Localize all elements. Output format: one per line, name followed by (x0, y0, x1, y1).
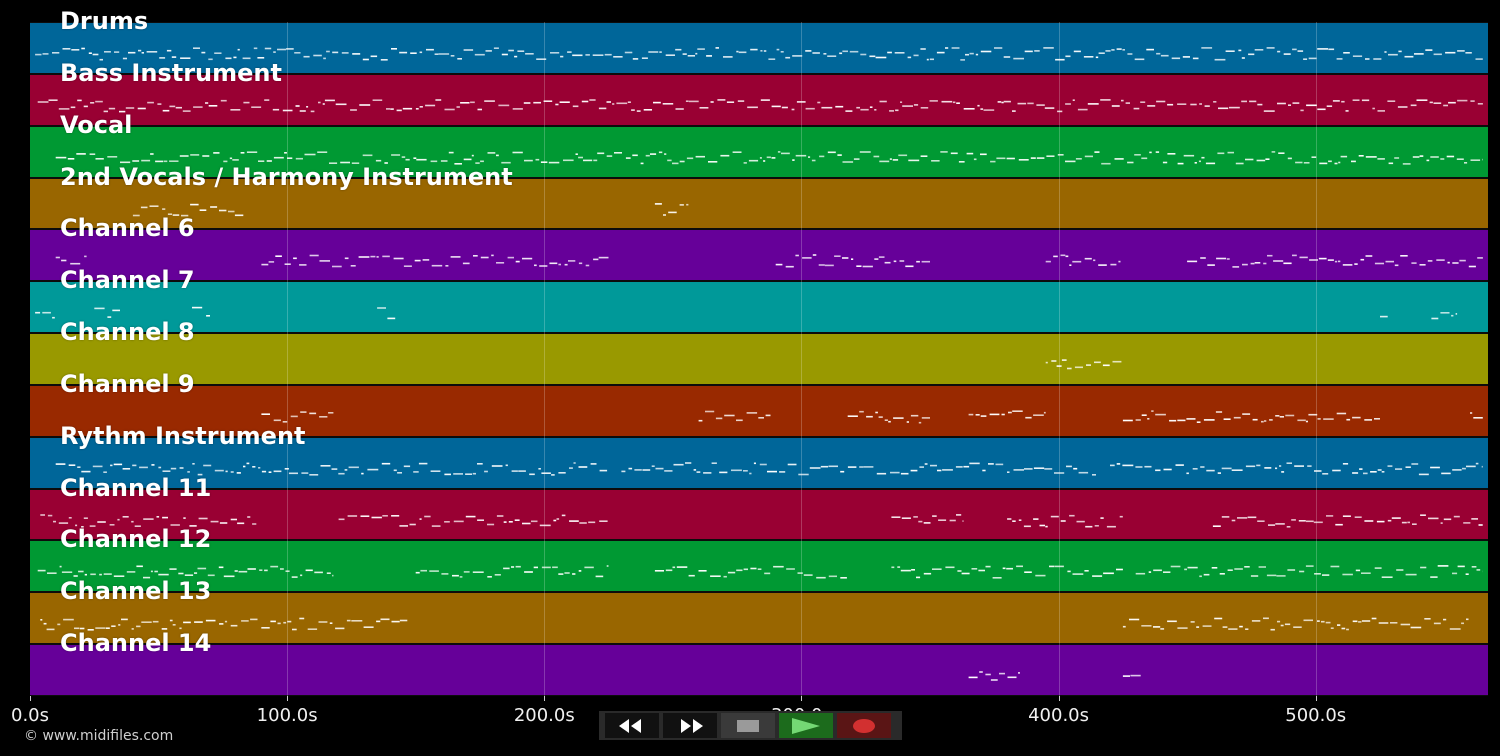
rewind-icon (619, 718, 641, 733)
time-tick (1058, 696, 1060, 701)
track-lane[interactable]: Channel 13 (30, 577, 1488, 645)
grid-line (544, 22, 546, 696)
track-label: Vocal (60, 110, 133, 139)
track-notes (37, 565, 1483, 580)
track-label: Channel 12 (60, 525, 212, 554)
track-lane[interactable]: Channel 8 (30, 318, 1488, 385)
time-tick (801, 696, 803, 701)
grid-line (1058, 22, 1060, 696)
track-label: Channel 9 (60, 369, 195, 398)
record-button[interactable] (837, 713, 891, 738)
grid-line (1315, 22, 1317, 696)
track-lane[interactable]: Channel 6 (30, 214, 1488, 282)
track-label: Drums (60, 7, 149, 35)
copyright-text: © www.midifiles.com (24, 728, 174, 744)
track-lane[interactable]: Channel 14 (30, 629, 1488, 696)
time-tick-label: 100.0s (256, 705, 318, 726)
time-tick-label: 0.0s (10, 705, 50, 726)
track-label: Bass Instrument (60, 58, 282, 87)
time-tick (1315, 696, 1317, 701)
piano-roll[interactable]: Drums Bass Instrument Vocal 2nd Vocals / Ha… (30, 7, 1488, 696)
track-label: Channel 6 (60, 214, 195, 243)
transport-bar (599, 711, 902, 740)
track-label: Channel 11 (60, 473, 212, 502)
play-button[interactable] (779, 713, 833, 738)
track-notes (35, 307, 1458, 320)
track-notes (40, 617, 1469, 631)
grid-line (801, 22, 803, 696)
record-icon (853, 718, 875, 733)
stop-button[interactable] (721, 713, 775, 738)
time-tick-label: 500.0s (1285, 705, 1347, 726)
time-tick (544, 696, 546, 701)
time-tick-label: 200.0s (513, 705, 575, 726)
track-label: Channel 14 (60, 629, 212, 658)
grid-line (287, 22, 289, 696)
track-notes (40, 513, 1483, 528)
track-lane[interactable]: Rythm Instrument (30, 422, 1488, 489)
track-label: Rythm Instrument (60, 421, 306, 450)
track-notes (1045, 359, 1122, 370)
track-notes (968, 671, 1141, 681)
track-lane[interactable]: Channel 7 (30, 266, 1488, 334)
fast-forward-button[interactable] (663, 713, 717, 738)
track-notes (55, 254, 1483, 269)
track-lane[interactable]: Channel 12 (30, 525, 1488, 593)
track-lane[interactable]: 2nd Vocals / Harmony Instrument (30, 163, 1488, 230)
play-icon (792, 717, 820, 734)
track-lane[interactable]: Bass Instrument (30, 59, 1488, 126)
stop-icon (737, 719, 759, 732)
track-label: Channel 13 (60, 577, 212, 606)
fast-forward-icon (681, 718, 703, 733)
track-label: Channel 8 (60, 318, 195, 347)
track-label: Channel 7 (60, 266, 195, 295)
time-tick-label: 400.0s (1028, 705, 1090, 726)
time-tick (30, 696, 31, 701)
time-tick (287, 696, 289, 701)
rewind-button[interactable] (605, 713, 659, 738)
track-lane[interactable]: Channel 11 (30, 474, 1488, 541)
